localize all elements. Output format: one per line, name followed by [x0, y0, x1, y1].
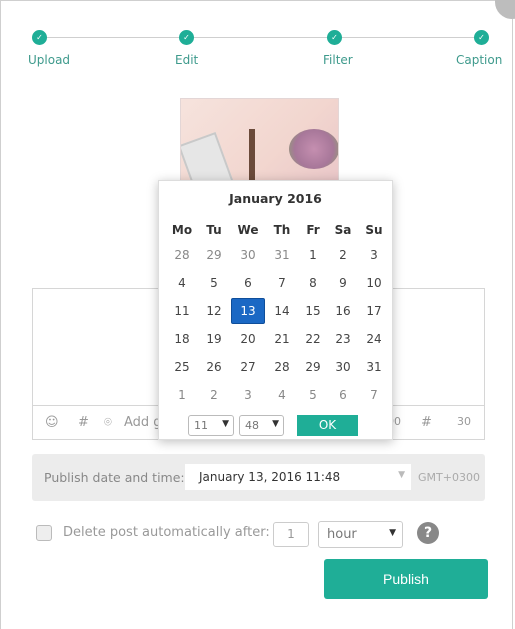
calendar-day[interactable]: 12	[197, 299, 231, 323]
ok-button[interactable]: OK	[297, 415, 358, 436]
calendar-day[interactable]: 28	[265, 355, 299, 379]
calendar-day[interactable]: 4	[265, 383, 299, 407]
weekday-header: Su	[365, 223, 383, 237]
date-picker: January 2016 Mo Tu We Th Fr Sa Su 28 29 30 31 1 2 3 4 5…	[158, 180, 393, 440]
calendar-day[interactable]: 26	[197, 355, 231, 379]
calendar-day[interactable]: 23	[326, 327, 360, 351]
calendar-day[interactable]: 10	[357, 271, 391, 295]
delete-amount-input[interactable]: 1	[273, 522, 309, 547]
calendar-day[interactable]: 4	[165, 271, 199, 295]
hashtag-icon[interactable]: #	[78, 415, 89, 430]
calendar-day[interactable]: 7	[357, 383, 391, 407]
weekday-header: Fr	[306, 223, 320, 237]
calendar-day[interactable]: 15	[296, 299, 330, 323]
check-icon: ✓	[474, 30, 489, 45]
help-icon[interactable]: ?	[417, 522, 439, 544]
hour-select[interactable]: 11 ▼	[188, 415, 234, 436]
chevron-down-icon: ▼	[389, 528, 396, 538]
calendar-day[interactable]: 29	[296, 355, 330, 379]
step-upload[interactable]: Upload	[28, 53, 70, 67]
weekday-header: Sa	[334, 223, 352, 237]
calendar-day[interactable]: 8	[296, 271, 330, 295]
calendar-day[interactable]: 29	[197, 243, 231, 267]
chevron-down-icon: ▼	[222, 419, 229, 429]
calendar-day[interactable]: 2	[326, 243, 360, 267]
post-image	[180, 98, 339, 188]
flowers-shape	[289, 129, 338, 169]
location-icon[interactable]: ⌾	[104, 415, 112, 430]
calendar-day[interactable]: 5	[197, 271, 231, 295]
calendar-month-title: January 2016	[229, 191, 322, 206]
calendar-day[interactable]: 21	[265, 327, 299, 351]
publish-date-select[interactable]: January 13, 2016 11:48 ▼	[185, 464, 411, 490]
calendar-day[interactable]: 5	[296, 383, 330, 407]
check-icon: ✓	[179, 30, 194, 45]
weekday-header: Th	[273, 223, 291, 237]
weekday-header: Mo	[171, 223, 193, 237]
calendar-day[interactable]: 18	[165, 327, 199, 351]
calendar-day[interactable]: 24	[357, 327, 391, 351]
calendar-day[interactable]: 31	[357, 355, 391, 379]
minute-select[interactable]: 48 ▼	[239, 415, 284, 436]
publish-date-label: Publish date and time:	[44, 470, 185, 485]
calendar-day[interactable]: 28	[165, 243, 199, 267]
calendar-day[interactable]: 6	[326, 383, 360, 407]
check-icon: ✓	[32, 30, 47, 45]
calendar-day[interactable]: 22	[296, 327, 330, 351]
publish-date-row: Publish date and time: January 13, 2016 …	[32, 454, 485, 501]
hour-value: 11	[194, 419, 208, 432]
calendar-day[interactable]: 9	[326, 271, 360, 295]
calendar-day[interactable]: 13	[231, 298, 265, 324]
calendar-day[interactable]: 20	[231, 327, 265, 351]
calendar-day[interactable]: 2	[197, 383, 231, 407]
calendar-day[interactable]: 3	[231, 383, 265, 407]
delete-checkbox[interactable]	[36, 525, 52, 541]
calendar-day[interactable]: 16	[326, 299, 360, 323]
publish-date-value: January 13, 2016 11:48	[199, 470, 341, 484]
chevron-down-icon: ▼	[398, 470, 405, 480]
calendar-day[interactable]: 11	[165, 299, 199, 323]
delete-unit-value: hour	[327, 527, 357, 542]
chevron-down-icon: ▼	[272, 419, 279, 429]
calendar-day[interactable]: 3	[357, 243, 391, 267]
calendar-day[interactable]: 6	[231, 271, 265, 295]
calendar-day[interactable]: 19	[197, 327, 231, 351]
delete-label: Delete post automatically after:	[63, 525, 270, 540]
calendar-day[interactable]: 1	[296, 243, 330, 267]
step-edit[interactable]: Edit	[175, 53, 198, 67]
publish-button[interactable]: Publish	[324, 559, 488, 599]
calendar-day[interactable]: 1	[165, 383, 199, 407]
calendar-day[interactable]: 14	[265, 299, 299, 323]
minute-value: 48	[245, 419, 259, 432]
emoji-icon[interactable]: ☺	[45, 415, 59, 430]
weekday-header: Tu	[206, 223, 222, 237]
weekday-header: We	[237, 223, 259, 237]
step-caption[interactable]: Caption	[456, 53, 502, 67]
check-icon: ✓	[327, 30, 342, 45]
calendar-day[interactable]: 30	[326, 355, 360, 379]
calendar-day[interactable]: 7	[265, 271, 299, 295]
calendar-day[interactable]: 25	[165, 355, 199, 379]
hashtag-count-icon: #	[421, 415, 432, 430]
stepper-line	[40, 37, 482, 38]
hashtag-count: 30	[457, 415, 471, 428]
calendar-day[interactable]: 31	[265, 243, 299, 267]
calendar-day[interactable]: 30	[231, 243, 265, 267]
timezone: GMT+0300	[418, 471, 480, 484]
delete-unit-select[interactable]: hour ▼	[318, 521, 403, 548]
step-filter[interactable]: Filter	[323, 53, 353, 67]
calendar-day[interactable]: 17	[357, 299, 391, 323]
calendar-day[interactable]: 27	[231, 355, 265, 379]
